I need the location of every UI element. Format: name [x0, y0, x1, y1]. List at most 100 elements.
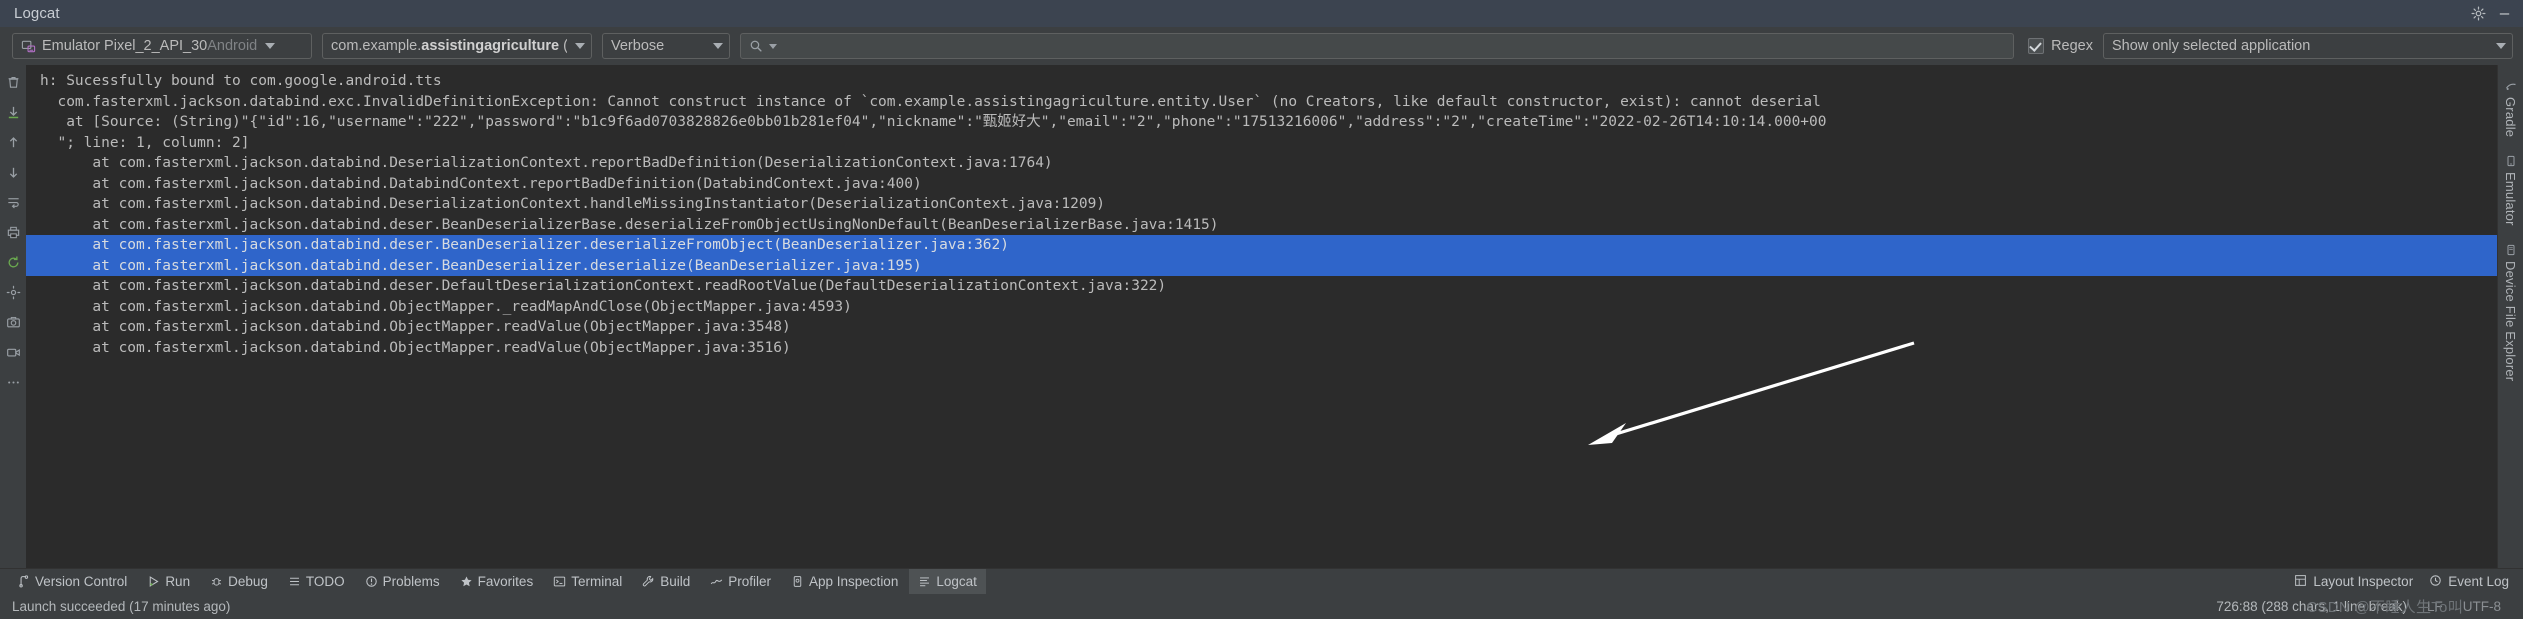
process-prefix: com.example.: [331, 38, 422, 54]
tool-window-button-label: Debug: [228, 574, 268, 589]
tool-window-button-run[interactable]: Run: [138, 569, 199, 594]
log-line[interactable]: at com.fasterxml.jackson.databind.Object…: [26, 297, 2497, 318]
scroll-to-end-icon[interactable]: [3, 103, 23, 121]
tool-window-button-favorites[interactable]: Favorites: [451, 569, 543, 594]
log-line[interactable]: h: Sucessfully bound to com.google.andro…: [26, 71, 2497, 92]
watermark: CSDN @不睡人生To叫: [2306, 599, 2463, 616]
tool-window-button-app-inspection[interactable]: App Inspection: [782, 569, 907, 594]
filter-selector[interactable]: Show only selected application: [2103, 33, 2513, 59]
tool-window-button-version-control[interactable]: Version Control: [8, 569, 136, 594]
search-field[interactable]: [740, 33, 2015, 59]
gear-icon[interactable]: [2465, 2, 2491, 26]
right-tool-strip: Gradle Emulator Device File Explorer: [2497, 65, 2523, 568]
device-selector-label-dim: Android: [207, 38, 258, 54]
log-line[interactable]: at com.fasterxml.jackson.databind.Object…: [26, 338, 2497, 359]
problems-icon: [365, 575, 378, 588]
emulator-icon: [2505, 155, 2517, 167]
run-icon: [147, 575, 160, 588]
log-line[interactable]: at com.fasterxml.jackson.databind.deser.…: [26, 215, 2497, 236]
terminal-icon: [553, 575, 566, 588]
chevron-down-icon[interactable]: [573, 43, 587, 49]
clear-all-icon[interactable]: [3, 73, 23, 91]
device-icon: [21, 39, 36, 54]
tool-window-button-label: Run: [165, 574, 191, 589]
log-line-selected[interactable]: at com.fasterxml.jackson.databind.deser.…: [26, 255, 2497, 276]
profiler-icon: [710, 575, 723, 588]
logcat-output[interactable]: h: Sucessfully bound to com.google.andro…: [26, 65, 2497, 568]
log-line[interactable]: "; line: 1, column: 2]: [26, 133, 2497, 154]
soft-wrap-icon[interactable]: [3, 193, 23, 211]
device-selector-label: Emulator Pixel_2_API_30: [42, 38, 208, 54]
search-history-caret-icon[interactable]: [769, 43, 777, 49]
regex-toggle[interactable]: Regex: [2024, 38, 2093, 54]
log-line[interactable]: at com.fasterxml.jackson.databind.Object…: [26, 317, 2497, 338]
logcat-toolbar: Emulator Pixel_2_API_30 Android com.exam…: [0, 27, 2523, 65]
tool-window-button-problems[interactable]: Problems: [356, 569, 449, 594]
log-line[interactable]: at com.fasterxml.jackson.databind.Deseri…: [26, 153, 2497, 174]
tool-window-button-label: Version Control: [35, 574, 128, 589]
log-line-selected[interactable]: at com.fasterxml.jackson.databind.deser.…: [26, 235, 2497, 256]
tool-window-button-label: Problems: [382, 574, 440, 589]
tool-window-button-label: Build: [660, 574, 691, 589]
device-selector[interactable]: Emulator Pixel_2_API_30 Android: [12, 33, 312, 59]
status-message: Launch succeeded (17 minutes ago): [12, 599, 231, 614]
logcat-console[interactable]: h: Sucessfully bound to com.google.andro…: [26, 65, 2497, 568]
log-line[interactable]: com.fasterxml.jackson.databind.exc.Inval…: [26, 92, 2497, 113]
search-icon: [749, 39, 763, 53]
tool-window-button-terminal[interactable]: Terminal: [544, 569, 631, 594]
right-tab-gradle[interactable]: Gradle: [2503, 71, 2518, 146]
logcat-icon: [918, 575, 931, 588]
tool-window-button-todo[interactable]: TODO: [279, 569, 354, 594]
screen-record-icon[interactable]: [3, 343, 23, 361]
regex-checkbox[interactable]: [2028, 38, 2045, 54]
tool-window-button-label: Event Log: [2448, 574, 2509, 589]
layout-inspector-icon: [2294, 574, 2307, 590]
filter-selector-label: Show only selected application: [2112, 38, 2311, 54]
search-input[interactable]: [777, 37, 2006, 55]
down-arrow-icon[interactable]: [3, 163, 23, 181]
tool-window-button-label: Layout Inspector: [2313, 574, 2414, 589]
right-tab-device-file-explorer[interactable]: Device File Explorer: [2503, 235, 2518, 390]
tool-window-button-build[interactable]: Build: [633, 569, 699, 594]
up-arrow-icon[interactable]: [3, 133, 23, 151]
right-tab-emulator[interactable]: Emulator: [2503, 146, 2518, 235]
settings-icon[interactable]: [3, 283, 23, 301]
build-icon: [642, 575, 655, 588]
log-line[interactable]: at com.fasterxml.jackson.databind.Databi…: [26, 174, 2497, 195]
event-log-icon: [2429, 574, 2442, 590]
window-titlebar: Logcat: [0, 0, 2523, 27]
tool-window-button-event-log[interactable]: Event Log: [2429, 574, 2523, 590]
status-bar: Launch succeeded (17 minutes ago) 726:88…: [0, 594, 2523, 619]
minimize-icon[interactable]: [2491, 2, 2517, 26]
chevron-down-icon[interactable]: [263, 43, 277, 49]
device-file-explorer-icon: [2505, 244, 2517, 256]
tool-window-button-layout-inspector[interactable]: Layout Inspector: [2294, 574, 2427, 590]
debug-icon: [210, 575, 223, 588]
gradle-icon: [2505, 80, 2517, 92]
screenshot-icon[interactable]: [3, 313, 23, 331]
logcat-window: Logcat Emulator Pixel_2_API_30 Android c…: [0, 0, 2523, 619]
tool-window-button-profiler[interactable]: Profiler: [701, 569, 780, 594]
tool-window-button-logcat[interactable]: Logcat: [909, 569, 986, 594]
tool-window-button-debug[interactable]: Debug: [201, 569, 277, 594]
todo-icon: [288, 575, 301, 588]
log-line[interactable]: at com.fasterxml.jackson.databind.Deseri…: [26, 194, 2497, 215]
restart-icon[interactable]: [3, 253, 23, 271]
log-line[interactable]: at [Source: (String)"{"id":16,"username"…: [26, 112, 2497, 133]
chevron-down-icon[interactable]: [2494, 43, 2508, 49]
print-icon[interactable]: [3, 223, 23, 241]
log-level-label: Verbose: [611, 38, 665, 54]
log-level-selector[interactable]: Verbose: [602, 33, 730, 59]
log-line[interactable]: at com.fasterxml.jackson.databind.deser.…: [26, 276, 2497, 297]
regex-label: Regex: [2051, 38, 2093, 54]
tool-window-button-label: Terminal: [571, 574, 623, 589]
process-selector[interactable]: com.example.assistingagriculture (: [322, 33, 592, 59]
chevron-down-icon[interactable]: [711, 43, 725, 49]
right-tab-gradle-label: Gradle: [2503, 97, 2518, 138]
logcat-main: h: Sucessfully bound to com.google.andro…: [0, 65, 2523, 568]
tool-window-button-label: Favorites: [477, 574, 534, 589]
app-inspection-icon: [791, 575, 804, 588]
version-control-icon: [17, 575, 30, 588]
more-icon[interactable]: [3, 373, 23, 391]
page-title: Logcat: [14, 5, 60, 22]
